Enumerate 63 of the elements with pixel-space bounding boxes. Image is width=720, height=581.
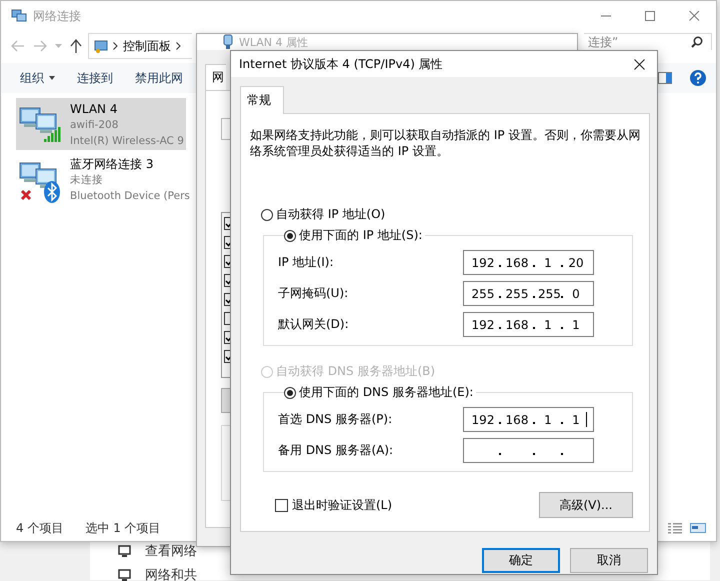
- checkbox[interactable]: [224, 312, 230, 325]
- checkbox[interactable]: [224, 293, 230, 306]
- ip-address-field[interactable]: 255 255 255 0: [463, 281, 594, 306]
- search-icon: [691, 36, 703, 48]
- details-view-icon[interactable]: [668, 522, 682, 534]
- window-title: WLAN 4 属性: [239, 34, 308, 50]
- tab[interactable]: 网: [205, 64, 226, 90]
- checkbox[interactable]: [224, 331, 230, 344]
- control-panel-icon: [94, 39, 108, 53]
- description-text: 如果网络支持此功能，则可以获取自动指派的 IP 设置。否则，你需要从网络系统管理员处获得适当的 IP 设置。: [250, 127, 642, 159]
- checkbox[interactable]: [224, 255, 230, 268]
- help-icon[interactable]: [690, 70, 706, 86]
- device-name: Intel(R) Wireless-AC 9: [70, 134, 184, 149]
- ip-address-field[interactable]: 192 168 1 20: [463, 250, 594, 275]
- cross-icon: [20, 189, 32, 201]
- checkbox[interactable]: [224, 274, 230, 287]
- tab[interactable]: 常规: [240, 86, 284, 114]
- field-label: 子网掩码(U):: [278, 285, 350, 302]
- window-title: 网络连接: [33, 8, 81, 24]
- signal-icon: [44, 126, 62, 142]
- toolbar-button[interactable]: 连接到: [77, 70, 113, 86]
- network-adapter-icon: [223, 34, 233, 50]
- connection-status: 未连接: [70, 173, 104, 188]
- field-label: 首选 DNS 服务器(P):: [278, 411, 394, 428]
- field-label: 默认网关(D):: [278, 316, 350, 333]
- radio-option[interactable]: 自动获得 IP 地址(O): [261, 206, 649, 223]
- field-label: IP 地址(I):: [278, 254, 335, 271]
- advanced-button[interactable]: 高级(V)...: [539, 492, 633, 518]
- radio-option[interactable]: 使用下面的 DNS 服务器地址(E):: [284, 384, 474, 401]
- radio-option[interactable]: 使用下面的 IP 地址(S):: [284, 227, 422, 244]
- checkbox[interactable]: [224, 350, 230, 363]
- item-count: 4 个项目: [16, 520, 64, 536]
- validate-checkbox[interactable]: 退出时验证设置(L): [275, 496, 392, 514]
- device-name: Bluetooth Device (Pers: [70, 189, 190, 204]
- link-text[interactable]: 网络和共: [145, 566, 197, 581]
- connection-item[interactable]: WLAN 4 awifi-208 Intel(R) Wireless-AC 9: [16, 98, 186, 150]
- checkbox[interactable]: [224, 217, 230, 230]
- breadcrumb[interactable]: 控制面板: [123, 38, 171, 54]
- up-icon[interactable]: [70, 39, 82, 53]
- checkbox[interactable]: [224, 236, 230, 249]
- connection-name: WLAN 4: [70, 101, 118, 117]
- dialog-title: Internet 协议版本 4 (TCP/IPv4) 属性: [239, 56, 443, 72]
- preview-pane-icon[interactable]: [658, 72, 672, 84]
- connection-name: 蓝牙网络连接 3: [70, 156, 154, 172]
- selection-count: 选中 1 个项目: [85, 520, 161, 536]
- address-bar[interactable]: 控制面板: [88, 33, 192, 59]
- ok-button[interactable]: 确定: [482, 548, 560, 573]
- ip-address-field[interactable]: [463, 438, 594, 463]
- tiles-view-icon[interactable]: [690, 522, 706, 534]
- ip-address-field[interactable]: 192 168 1 1: [463, 312, 594, 337]
- bluetooth-icon: [44, 181, 60, 203]
- field-label: 备用 DNS 服务器(A):: [278, 442, 394, 459]
- connection-status: awifi-208: [70, 118, 120, 133]
- monitor-icon: [118, 545, 131, 557]
- ip-address-field[interactable]: 192 168 1 1: [463, 407, 594, 432]
- menu-button[interactable]: 组织: [20, 70, 55, 86]
- chevron-icon: [113, 42, 118, 50]
- caret-icon: [49, 76, 55, 80]
- link-text[interactable]: 查看网络: [145, 542, 197, 560]
- toolbar-button[interactable]: 禁用此网: [135, 70, 183, 86]
- chevron-icon: [176, 42, 181, 50]
- close-icon[interactable]: [634, 58, 645, 70]
- cancel-button[interactable]: 取消: [570, 548, 648, 573]
